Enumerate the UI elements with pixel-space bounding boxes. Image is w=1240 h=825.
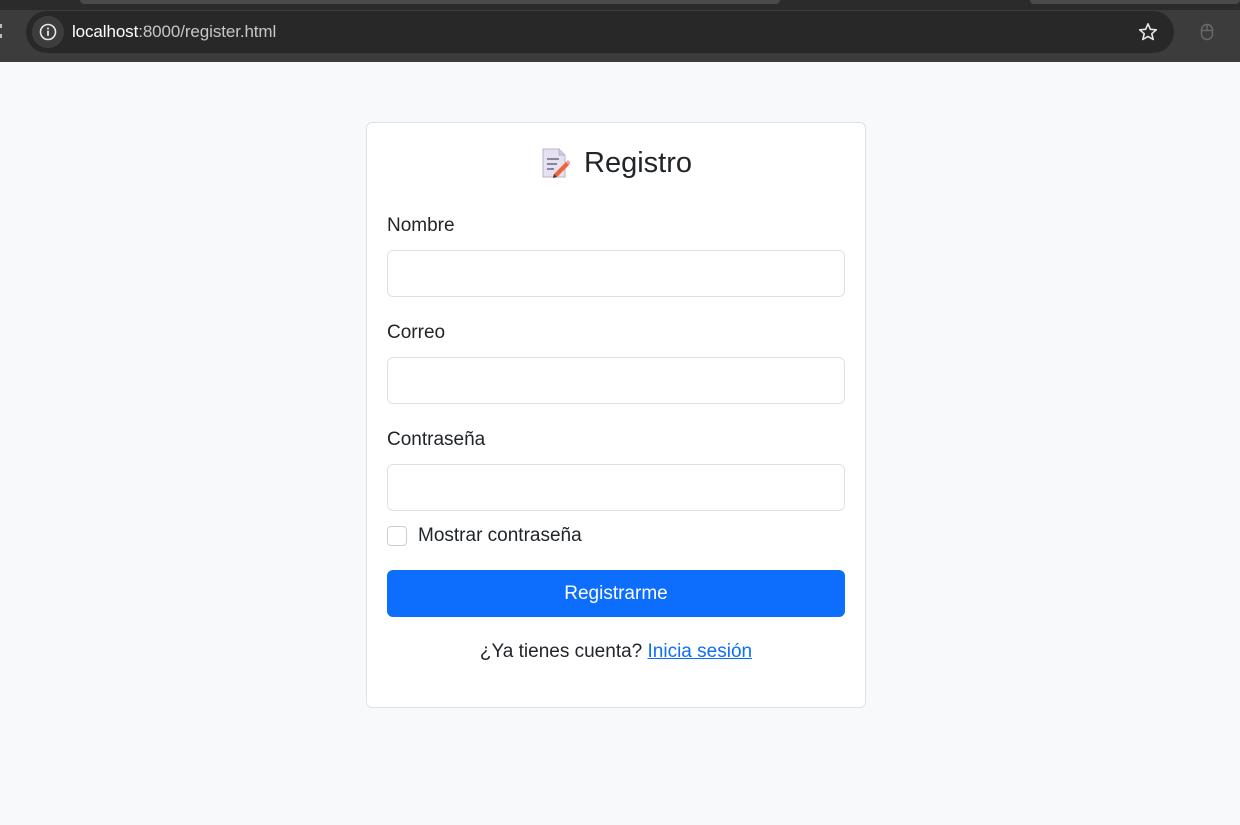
name-label: Nombre — [387, 215, 455, 236]
url-text[interactable]: localhost:8000/register.html — [72, 22, 276, 42]
password-label: Contraseña — [387, 429, 486, 450]
email-input[interactable] — [387, 357, 845, 404]
browser-tab[interactable] — [1030, 0, 1240, 4]
show-password-label[interactable]: Mostrar contraseña — [418, 525, 582, 547]
extension-button[interactable] — [1196, 20, 1218, 44]
show-password-toggle[interactable]: Mostrar contraseña — [387, 525, 582, 547]
page-title: Registro — [584, 146, 692, 179]
password-input[interactable] — [387, 464, 845, 511]
window-edge-icon — [0, 24, 2, 38]
info-icon — [39, 23, 57, 41]
register-button[interactable]: Registrarme — [387, 570, 845, 617]
show-password-checkbox[interactable] — [387, 526, 407, 546]
url-host: localhost — [72, 22, 139, 41]
site-info-button[interactable] — [32, 16, 64, 48]
mouse-icon — [1200, 23, 1214, 41]
login-link[interactable]: Inicia sesión — [648, 641, 753, 662]
address-bar[interactable]: localhost:8000/register.html — [26, 11, 1174, 53]
memo-icon — [542, 148, 570, 178]
browser-tab[interactable] — [80, 0, 780, 4]
register-card: Registro Nombre Correo Contraseña Mostra… — [366, 122, 866, 708]
login-prompt-text: ¿Ya tienes cuenta? — [479, 641, 643, 662]
bookmark-button[interactable] — [1136, 20, 1160, 44]
login-prompt: ¿Ya tienes cuenta? Inicia sesión — [367, 641, 865, 663]
url-path: :8000/register.html — [138, 22, 277, 41]
star-icon — [1138, 22, 1158, 41]
browser-toolbar: localhost:8000/register.html — [0, 0, 1240, 62]
card-header: Registro — [367, 143, 865, 183]
name-input[interactable] — [387, 250, 845, 297]
email-label: Correo — [387, 322, 446, 343]
